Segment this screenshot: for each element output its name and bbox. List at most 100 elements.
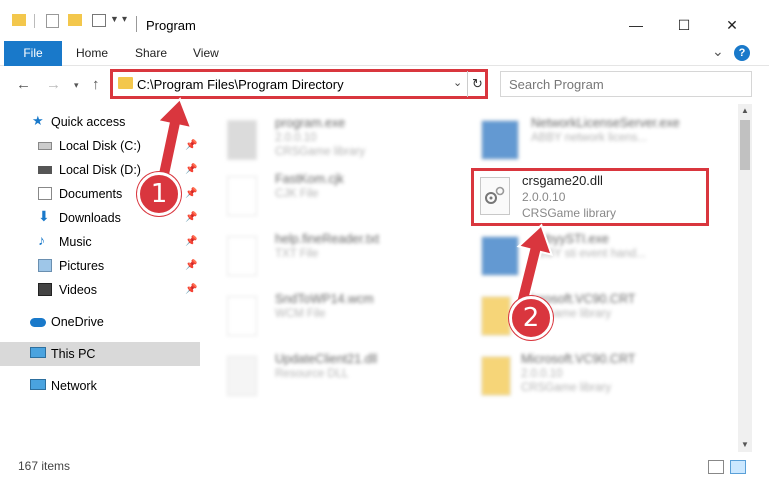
file-meta: CRSGame library — [275, 146, 366, 158]
file-version: 2.0.0.10 — [522, 190, 566, 204]
customize-toolbar-icon[interactable]: ▾ — [122, 14, 127, 25]
pin-icon: 📌 — [185, 284, 198, 295]
search-input[interactable]: Search Program — [509, 77, 604, 92]
sidebar-item-pictures[interactable]: Pictures 📌 — [0, 254, 200, 278]
file-name: help.fineReader.txt — [275, 232, 380, 246]
list-item[interactable]: Microsoft.VC90.CRT CRSGame library — [455, 286, 695, 342]
folder-icon — [118, 77, 133, 89]
text-file-icon — [227, 236, 257, 276]
maximize-button[interactable]: ☐ — [664, 10, 704, 40]
sidebar-item-videos[interactable]: Videos 📌 — [0, 278, 200, 302]
scroll-up-icon[interactable]: ▲ — [738, 106, 752, 115]
refresh-icon[interactable]: ↻ — [467, 71, 487, 97]
scroll-down-icon[interactable]: ▼ — [738, 440, 752, 449]
music-icon: ♪ — [38, 232, 45, 248]
folder-icon — [481, 356, 511, 396]
pin-icon: 📌 — [185, 236, 198, 247]
dll-file-icon — [227, 356, 257, 396]
status-bar: 167 items — [0, 454, 769, 490]
list-item[interactable]: FastKom.cjk CJK File — [205, 166, 445, 222]
view-options-icon[interactable] — [92, 14, 106, 27]
sidebar-item-network[interactable]: Network — [0, 374, 200, 398]
file-meta: Resource DLL — [275, 368, 349, 380]
tab-file[interactable]: File — [4, 41, 62, 66]
sidebar-item-music[interactable]: ♪ Music 📌 — [0, 230, 200, 254]
download-icon: ⬇ — [38, 208, 50, 224]
address-path[interactable]: C:\Program Files\Program Directory — [137, 77, 344, 92]
sidebar-item-this-pc[interactable]: This PC — [0, 342, 200, 366]
properties-icon[interactable] — [46, 14, 59, 28]
pictures-icon — [38, 259, 52, 272]
large-icons-view-icon[interactable] — [730, 460, 746, 474]
tab-home[interactable]: Home — [76, 41, 108, 66]
sidebar-item-label: Local Disk (C:) — [59, 139, 141, 153]
pin-icon: 📌 — [185, 260, 198, 271]
minimize-button[interactable]: — — [616, 10, 656, 40]
divider — [34, 14, 35, 28]
back-arrow-icon[interactable]: ← — [16, 76, 31, 93]
highlighted-file-crsgame20[interactable]: crsgame20.dll 2.0.0.10 CRSGame library — [471, 168, 709, 226]
chevron-down-icon[interactable]: ⌄ — [453, 76, 462, 89]
file-meta: ABBY network licens... — [531, 132, 648, 144]
star-icon: ★ — [32, 113, 44, 128]
scroll-thumb[interactable] — [740, 120, 750, 170]
dll-gear-icon — [480, 177, 510, 215]
exe-file-icon — [227, 120, 257, 160]
list-item[interactable]: NetworkLicenseServer.exe ABBY network li… — [455, 110, 695, 166]
address-bar[interactable]: C:\Program Files\Program Directory ⌄ ↻ — [110, 69, 488, 99]
details-view-icon[interactable] — [708, 460, 724, 474]
expand-ribbon-icon[interactable]: ⌄ — [712, 44, 728, 61]
callout-badge-1: 1 — [137, 172, 181, 216]
title-bar: ▼ ▾ Program — ☐ ✕ — [0, 0, 769, 40]
search-box[interactable]: Search Program — [500, 71, 752, 97]
dropdown-arrow-icon[interactable]: ▼ — [110, 14, 119, 24]
file-icon — [227, 176, 257, 216]
tab-view[interactable]: View — [193, 41, 219, 66]
file-meta: 2.0.0.10 — [521, 368, 563, 380]
file-description: CRSGame library — [522, 206, 617, 220]
items-count: 167 items — [18, 459, 71, 473]
file-name: Microsoft.VC90.CRT — [521, 352, 636, 366]
sidebar-item-label: OneDrive — [51, 315, 104, 329]
list-item[interactable]: AbbyySTI.exe ABBY sti event hand... — [455, 226, 695, 282]
list-item[interactable]: program.exe 2.0.0.10 CRSGame library — [205, 110, 445, 166]
list-item[interactable]: help.fineReader.txt TXT File — [205, 226, 445, 282]
close-button[interactable]: ✕ — [712, 10, 752, 40]
sidebar-item-onedrive[interactable]: OneDrive — [0, 310, 200, 334]
forward-arrow-icon[interactable]: → — [46, 76, 61, 93]
videos-icon — [38, 283, 52, 296]
callout-badge-2: 2 — [509, 296, 553, 340]
file-icon — [227, 296, 257, 336]
tab-share[interactable]: Share — [135, 41, 167, 66]
sidebar-item-label: Music — [59, 235, 92, 249]
file-name: crsgame20.dll — [522, 173, 603, 188]
drive-icon — [38, 166, 52, 174]
sidebar-item-label: This PC — [51, 347, 96, 361]
file-name: program.exe — [275, 116, 346, 130]
sidebar-item-label: Documents — [59, 187, 123, 201]
file-meta: CRSGame library — [521, 382, 612, 394]
navigation-row: ← → ▾ ↑ C:\Program Files\Program Directo… — [0, 66, 769, 102]
recent-locations-icon[interactable]: ▾ — [74, 80, 79, 91]
file-meta: WCM File — [275, 308, 326, 320]
new-folder-icon[interactable] — [68, 14, 82, 26]
list-item[interactable]: SndToWP14.wcm WCM File — [205, 286, 445, 342]
cloud-icon — [30, 318, 46, 327]
window-title: Program — [146, 18, 196, 33]
file-meta: 2.0.0.10 — [275, 132, 317, 144]
vertical-scrollbar[interactable]: ▲ ▼ — [738, 104, 752, 452]
sidebar-item-label: Pictures — [59, 259, 105, 273]
file-name: NetworkLicenseServer.exe — [531, 116, 680, 130]
file-name: UpdateClient21.dll — [275, 352, 378, 366]
help-icon[interactable]: ? — [734, 45, 750, 61]
file-meta: CJK File — [275, 188, 319, 200]
pc-icon — [30, 347, 46, 358]
list-item[interactable]: UpdateClient21.dll Resource DLL — [205, 346, 445, 402]
sidebar-item-label: Network — [51, 379, 97, 393]
ribbon-tabs: File Home Share View ⌄ ? — [0, 40, 769, 66]
folder-icon[interactable] — [12, 14, 26, 26]
title-separator — [136, 16, 137, 32]
sidebar-item-label: Videos — [59, 283, 97, 297]
up-arrow-icon[interactable]: ↑ — [92, 76, 100, 93]
list-item[interactable]: Microsoft.VC90.CRT 2.0.0.10 CRSGame libr… — [455, 346, 695, 402]
